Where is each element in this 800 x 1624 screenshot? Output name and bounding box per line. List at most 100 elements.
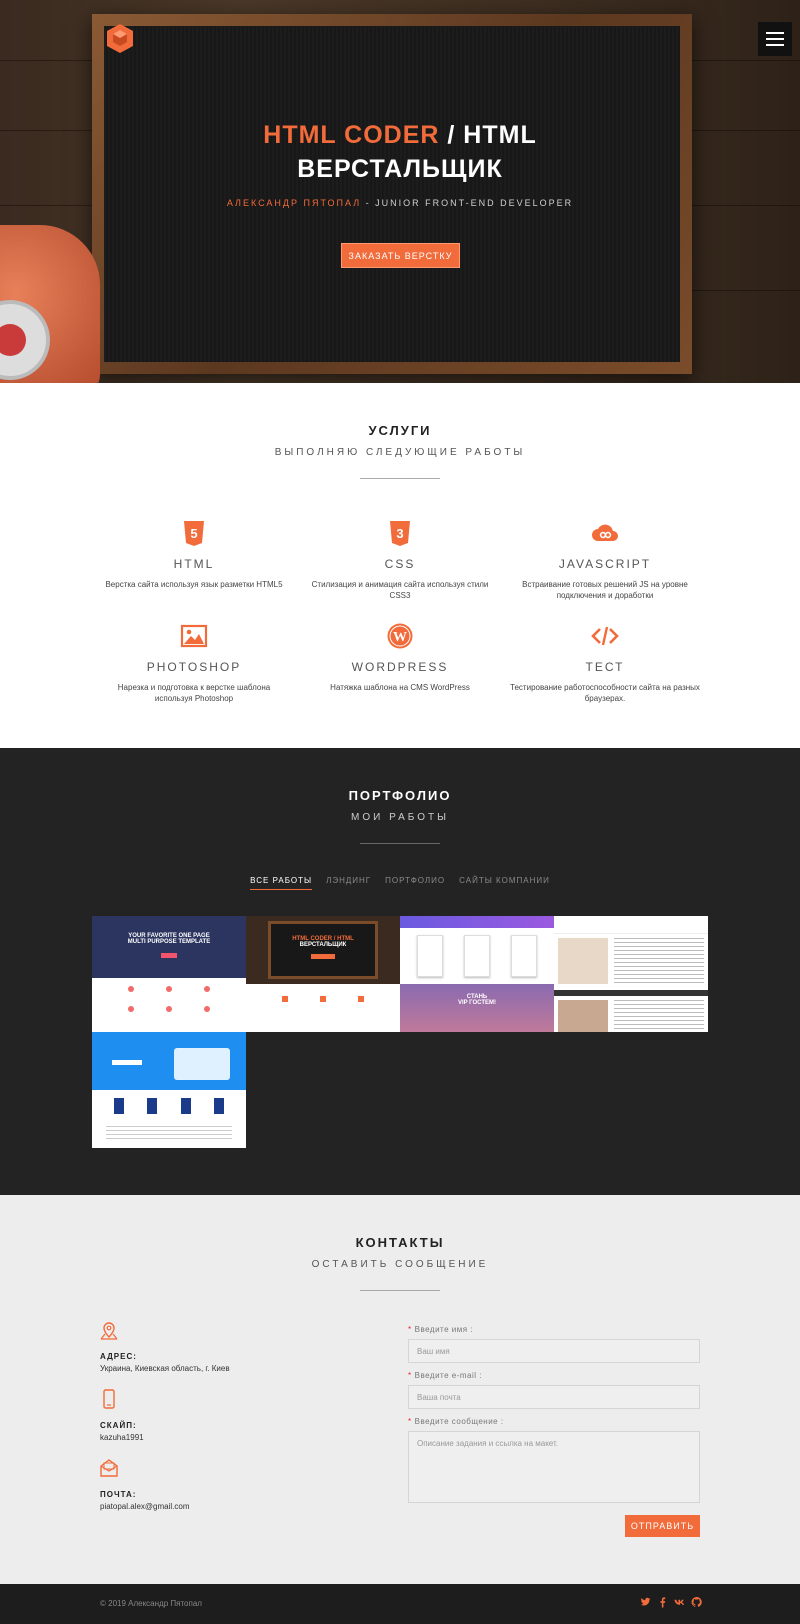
- service-desc: Верстка сайта используя язык разметки HT…: [105, 580, 283, 589]
- svg-text:3: 3: [396, 526, 403, 541]
- thumb-header: [400, 916, 554, 928]
- thumb-body: [554, 934, 708, 988]
- skype-label: СКАЙП:: [100, 1421, 137, 1430]
- map-pin-icon: [100, 1322, 118, 1340]
- service-item-css: 3 CSS Стилизация и анимация сайта исполь…: [305, 519, 495, 601]
- service-desc: Натяжка шаблона на CMS WordPress: [330, 683, 470, 692]
- portfolio-item[interactable]: YOUR FAVORITE ONE PAGE MULTI PURPOSE TEM…: [92, 916, 246, 1032]
- hero-title-accent: HTML CODER: [263, 121, 440, 149]
- service-item-test: ТЕСТ Тестирование работоспособности сайт…: [510, 622, 700, 704]
- thumb-hero: HTML CODER / HTML ВЕРСТАЛЬЩИК: [246, 916, 400, 984]
- thumb-product: [214, 1098, 225, 1114]
- thumb-button: [112, 1060, 142, 1065]
- phone-icon: [103, 1389, 115, 1409]
- thumb-cards: [400, 928, 554, 984]
- thumb-card: [511, 935, 538, 977]
- service-item-javascript: JAVASCRIPT Встраивание готовых решений J…: [510, 519, 700, 601]
- mail-label: ПОЧТА:: [100, 1490, 137, 1499]
- thumb-product: [113, 1098, 124, 1114]
- portfolio-filters: ВСЕ РАБОТЫ ЛЭНДИНГ ПОРТФОЛИО САЙТЫ КОМПА…: [0, 876, 800, 890]
- thumb-dot: [358, 996, 364, 1002]
- name-field[interactable]: Ваш имя: [408, 1339, 700, 1363]
- portfolio-item[interactable]: HTML CODER / HTML ВЕРСТАЛЬЩИК: [246, 916, 400, 1032]
- email-field[interactable]: Ваша почта: [408, 1385, 700, 1409]
- services-title: УСЛУГИ: [368, 423, 432, 438]
- name-label-text: Введите имя :: [414, 1325, 474, 1334]
- thumb-dot: [204, 986, 210, 992]
- service-item-photoshop: PHOTOSHOP Нарезка и подготовка к верстке…: [99, 622, 289, 704]
- filter-landing[interactable]: ЛЭНДИНГ: [326, 876, 371, 890]
- hero-section: HTML CODER / HTML ВЕРСТАЛЬЩИК АЛЕКСАНДР …: [0, 0, 800, 383]
- image-icon: [180, 624, 208, 648]
- portfolio-item[interactable]: СТАНЬ VIP ГОСТЕМ!: [400, 916, 554, 1032]
- message-field[interactable]: Описание задания и ссылка на макет.: [408, 1431, 700, 1503]
- thumb-dot: [166, 986, 172, 992]
- thumb-product: [147, 1098, 158, 1114]
- thumb-button: [161, 953, 177, 958]
- service-name: ТЕСТ: [585, 660, 625, 674]
- thumb-dot: [166, 1006, 172, 1012]
- thumb-dot: [282, 996, 288, 1002]
- section-divider: [360, 843, 440, 844]
- email-field-label: * Введите e-mail :: [408, 1371, 483, 1380]
- vk-icon[interactable]: [674, 1596, 685, 1608]
- thumb-caption: VIP ГОСТЕМ!: [457, 1000, 497, 1006]
- thumb-banner: СТАНЬ VIP ГОСТЕМ!: [400, 984, 554, 1032]
- thumb-dot: [320, 996, 326, 1002]
- address-label: АДРЕС:: [100, 1352, 137, 1361]
- github-icon[interactable]: [691, 1596, 702, 1608]
- service-name: PHOTOSHOP: [146, 660, 242, 674]
- thumb-header: [554, 916, 708, 934]
- social-links: [640, 1596, 702, 1608]
- filter-company-sites[interactable]: САЙТЫ КОМПАНИИ: [459, 876, 550, 890]
- thumb-board: HTML CODER / HTML ВЕРСТАЛЬЩИК: [268, 921, 378, 979]
- order-layout-button[interactable]: ЗАКАЗАТЬ ВЕРСТКУ: [341, 243, 460, 268]
- facebook-icon[interactable]: [657, 1596, 668, 1608]
- section-divider: [360, 478, 440, 479]
- twitter-icon[interactable]: [640, 1596, 651, 1608]
- thumb-hero: [92, 1032, 246, 1090]
- code-icon: [591, 626, 619, 646]
- email-label-text: Введите e-mail :: [414, 1371, 483, 1380]
- portfolio-subtitle: МОИ РАБОТЫ: [351, 812, 449, 823]
- send-button[interactable]: ОТПРАВИТЬ: [625, 1515, 700, 1537]
- service-desc: Встраивание готовых решений JS на уровне…: [522, 580, 688, 600]
- contacts-title: КОНТАКТЫ: [355, 1235, 445, 1250]
- contacts-subtitle: ОСТАВИТЬ СООБЩЕНИЕ: [311, 1259, 489, 1270]
- copyright: © 2019 Александр Пятопал: [100, 1599, 202, 1608]
- filter-portfolio[interactable]: ПОРТФОЛИО: [385, 876, 445, 890]
- portfolio-item[interactable]: [554, 916, 708, 1032]
- thumb-caption: ВЕРСТАЛЬЩИК: [299, 942, 347, 948]
- thumb-dot: [204, 1006, 210, 1012]
- hamburger-menu-icon[interactable]: [758, 22, 792, 56]
- message-label-text: Введите сообщение :: [414, 1417, 504, 1426]
- wordpress-icon: W: [387, 623, 413, 649]
- thumb-illustration: [174, 1048, 230, 1080]
- message-field-label: * Введите сообщение :: [408, 1417, 504, 1426]
- cloud-icon: [592, 524, 618, 541]
- html5-icon: 5: [184, 521, 204, 546]
- name-field-label: * Введите имя :: [408, 1325, 474, 1334]
- portfolio-section: ПОРТФОЛИО МОИ РАБОТЫ ВСЕ РАБОТЫ ЛЭНДИНГ …: [0, 748, 800, 1195]
- thumb-button: [311, 954, 335, 959]
- thumb-icons: [92, 978, 246, 1000]
- thumb-products: [92, 1090, 246, 1122]
- thumb-product: [180, 1098, 191, 1114]
- mail-value: piatopal.alex@gmail.com: [100, 1502, 190, 1511]
- service-name: JAVASCRIPT: [558, 557, 652, 571]
- thumb-card: [463, 935, 490, 977]
- thumb-icons: [92, 1000, 246, 1018]
- svg-text:5: 5: [190, 526, 197, 541]
- hero-title-line2: ВЕРСТАЛЬЩИК: [297, 155, 503, 183]
- services-section: УСЛУГИ ВЫПОЛНЯЮ СЛЕДУЮЩИЕ РАБОТЫ 5 HTML …: [0, 383, 800, 748]
- portfolio-item[interactable]: [92, 1032, 246, 1148]
- svg-text:W: W: [393, 630, 407, 645]
- service-item-wordpress: W WORDPRESS Натяжка шаблона на CMS WordP…: [305, 622, 495, 693]
- portfolio-title: ПОРТФОЛИО: [348, 788, 452, 803]
- filter-all[interactable]: ВСЕ РАБОТЫ: [250, 876, 313, 890]
- thumb-photo: [558, 938, 608, 984]
- service-desc: Тестирование работоспособности сайта на …: [510, 683, 700, 703]
- cube-logo-icon[interactable]: [104, 22, 136, 54]
- hero-title-rest: / HTML: [439, 121, 537, 149]
- skype-value: kazuha1991: [100, 1433, 144, 1442]
